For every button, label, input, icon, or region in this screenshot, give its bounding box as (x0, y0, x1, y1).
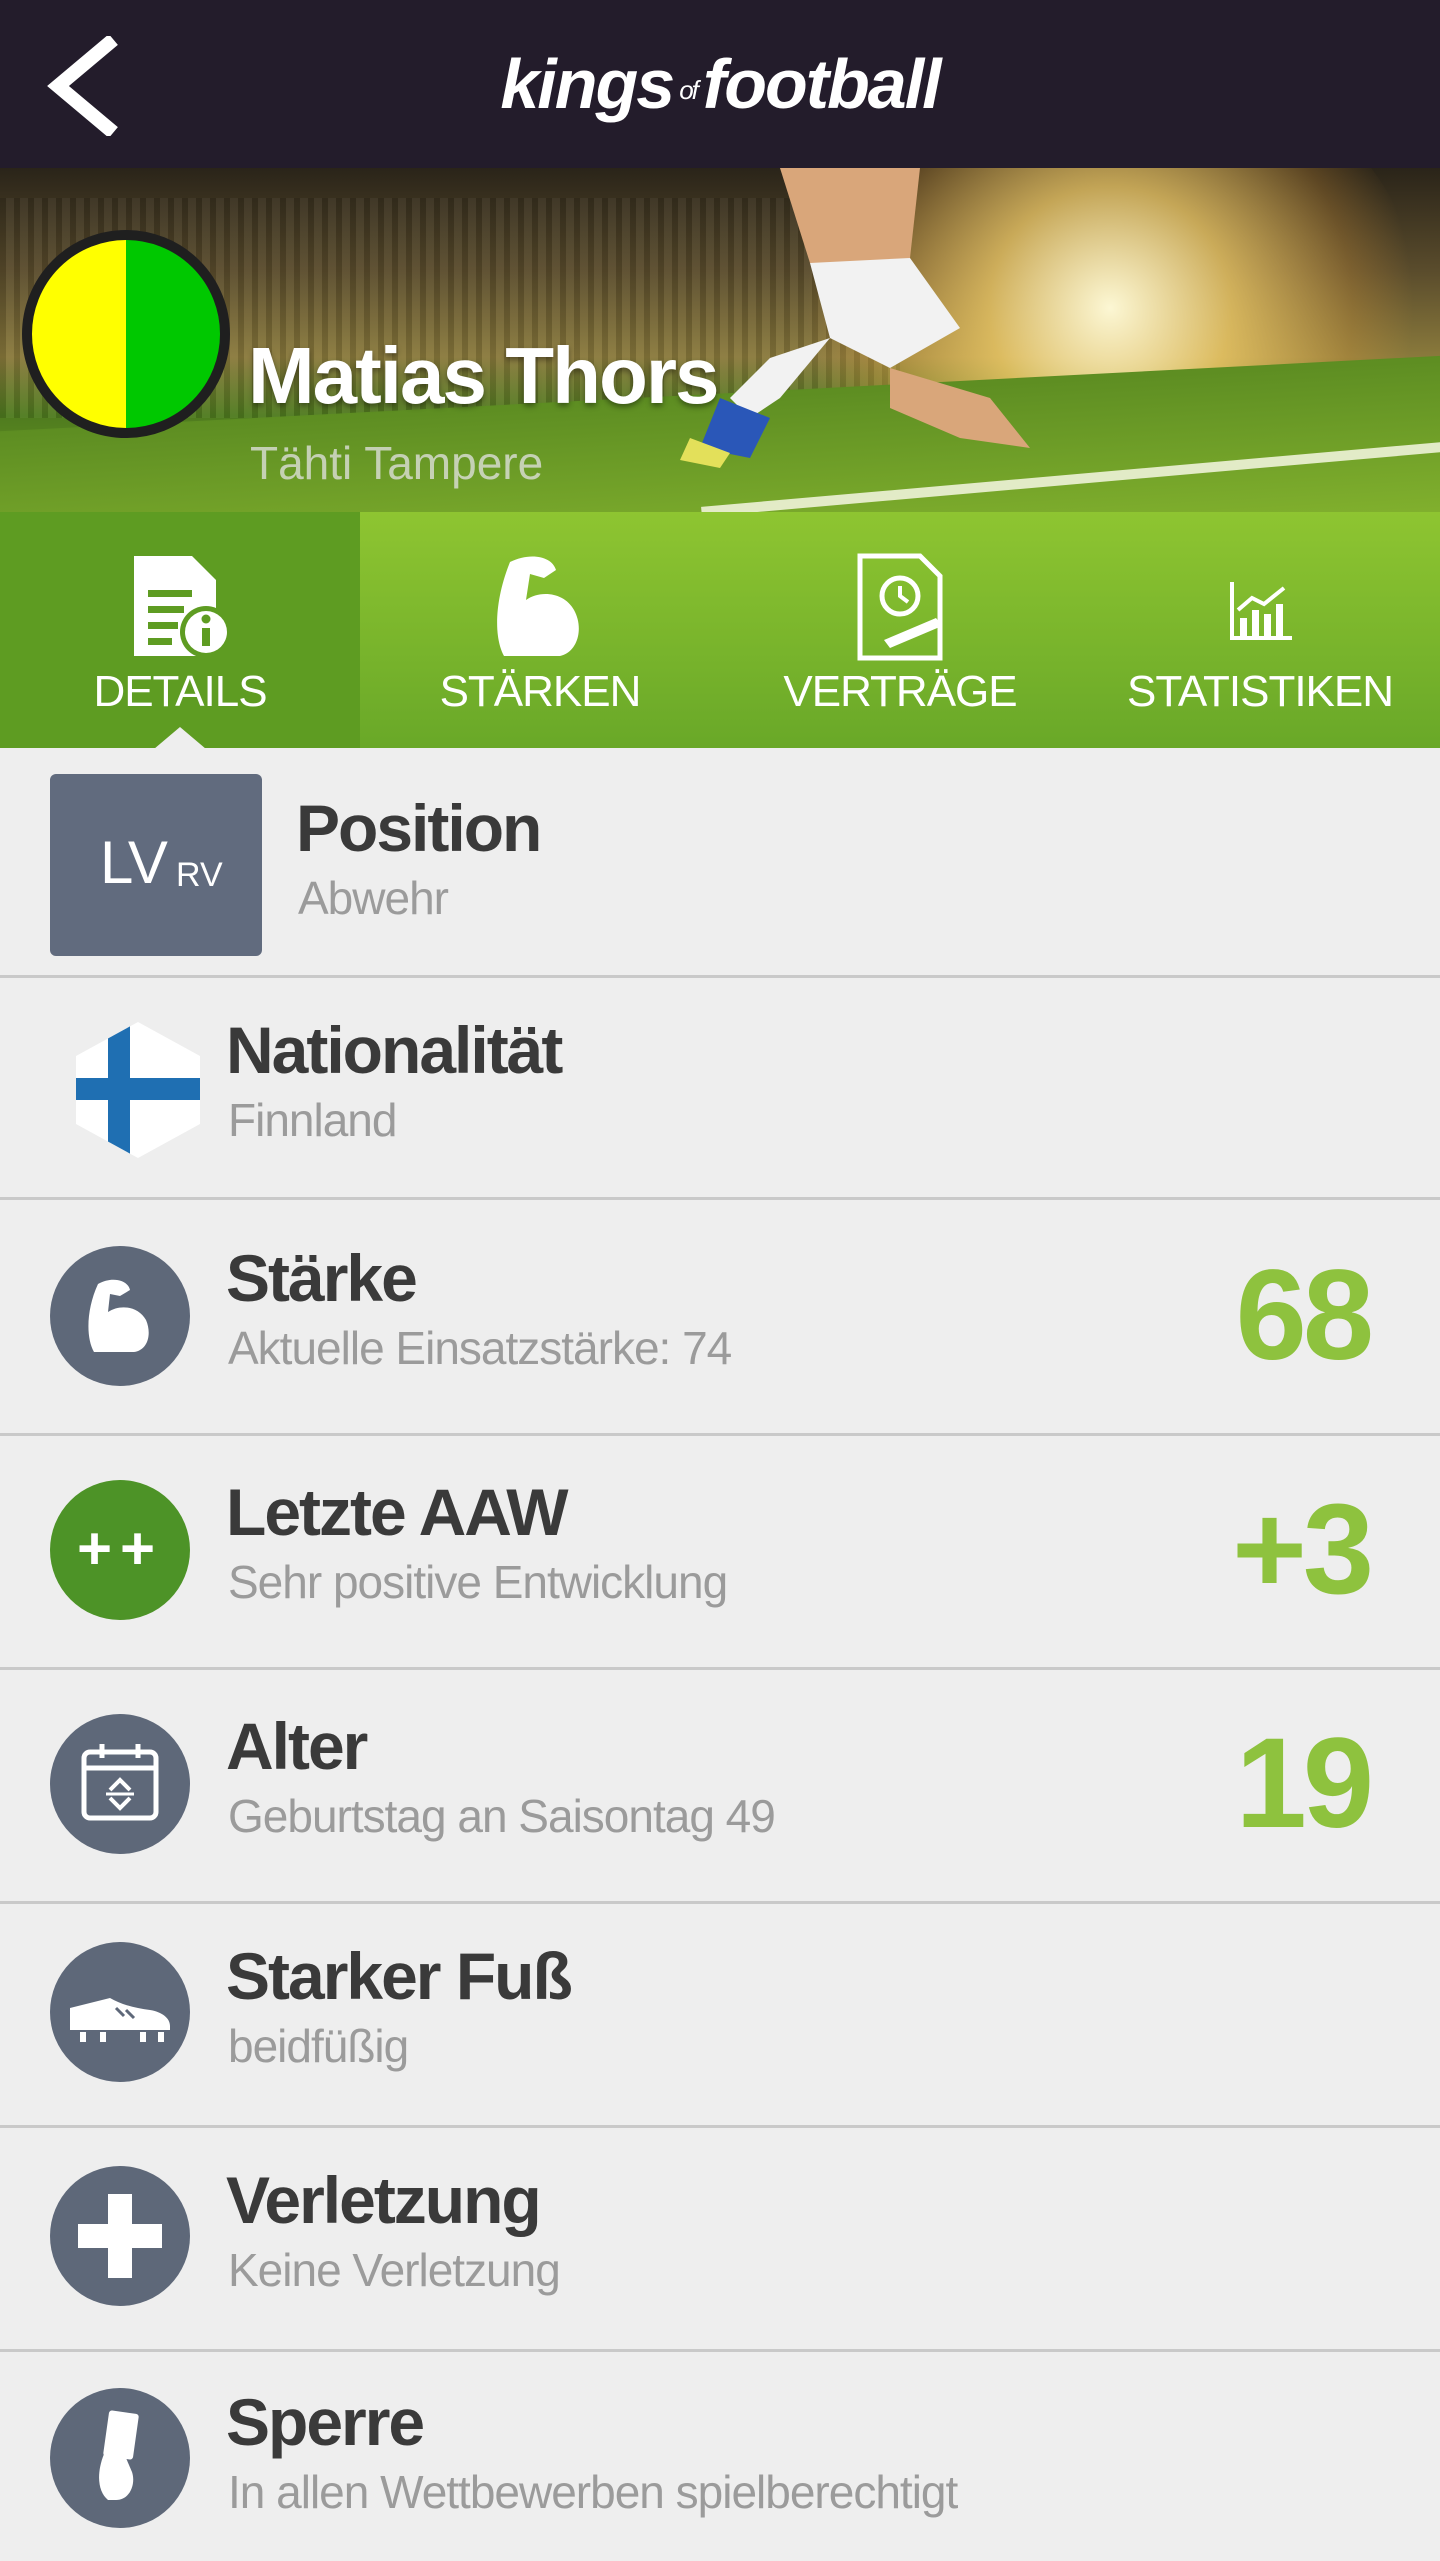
medical-cross-icon (78, 2194, 162, 2278)
card-hand-icon (99, 2410, 139, 2500)
row-title: Verletzung (226, 2163, 542, 2237)
app-logo: kings offootball (500, 45, 941, 123)
double-plus-icon: ++ (76, 1515, 164, 1582)
tab-statistiken[interactable]: STATISTIKEN (1080, 512, 1440, 748)
row-title: Nationalität (226, 1013, 563, 1087)
foot-icon-circle (50, 1942, 190, 2082)
calendar-icon (81, 1744, 159, 1821)
tab-label: STATISTIKEN (1126, 667, 1394, 716)
strength-icon-circle (50, 1246, 190, 1386)
player-name: Matias Thors (248, 331, 719, 420)
top-bar: kings offootball (0, 0, 1440, 168)
age-icon-circle (50, 1714, 190, 1854)
row-subtitle: Geburtstag an Saisontag 49 (228, 1790, 776, 1842)
flexed-arm-icon (88, 1279, 149, 1352)
injury-icon-circle (50, 2166, 190, 2306)
tab-label: VERTRÄGE (783, 667, 1017, 716)
row-title: Letzte AAW (226, 1475, 569, 1549)
tab-details[interactable]: DETAILS (0, 512, 360, 749)
row-title: Starker Fuß (226, 1939, 573, 2013)
row-subtitle: Abwehr (298, 872, 449, 924)
player-detail-list: LV RV Position Abwehr Nationalität Finnl… (0, 748, 1440, 2561)
position-badge: LV RV (50, 774, 262, 956)
row-position: LV RV Position Abwehr (0, 748, 1440, 978)
player-image (680, 168, 1030, 468)
row-age: Alter Geburtstag an Saisontag 49 19 (0, 1670, 1440, 1904)
strength-value: 68 (1235, 1244, 1374, 1387)
club-name: Tähti Tampere (250, 437, 544, 489)
row-strong-foot: Starker Fuß beidfüßig (0, 1904, 1440, 2128)
row-last-aaw: ++ Letzte AAW Sehr positive Entwicklung … (0, 1436, 1440, 1670)
row-subtitle: Finnland (228, 1094, 397, 1146)
suspension-icon-circle (50, 2388, 190, 2528)
row-nationality: Nationalität Finnland (0, 978, 1440, 1200)
row-title: Position (296, 791, 542, 865)
row-subtitle: Sehr positive Entwicklung (228, 1556, 728, 1608)
row-subtitle: beidfüßig (228, 2020, 409, 2072)
finland-flag-icon (76, 1022, 200, 1158)
tab-staerken[interactable]: STÄRKEN (360, 512, 720, 748)
tab-label: DETAILS (93, 667, 267, 716)
row-subtitle: Keine Verletzung (228, 2244, 561, 2296)
row-title: Stärke (226, 1241, 418, 1315)
row-suspension: Sperre In allen Wettbewerben spielberech… (0, 2352, 1440, 2561)
row-strength: Stärke Aktuelle Einsatzstärke: 74 68 (0, 1200, 1440, 1436)
row-subtitle: Aktuelle Einsatzstärke: 74 (228, 1322, 732, 1374)
player-tabs: DETAILS STÄRKEN VERTRÄGE STATISTIKEN (0, 512, 1440, 749)
row-title: Alter (226, 1709, 368, 1783)
row-title: Sperre (226, 2385, 425, 2459)
club-badge (22, 230, 230, 438)
position-alt: RV (176, 856, 223, 894)
position-main: LV (100, 829, 168, 896)
tab-vertraege[interactable]: VERTRÄGE (720, 512, 1080, 748)
contract-icon (857, 553, 943, 661)
tab-label: STÄRKEN (439, 667, 642, 716)
aaw-icon-circle: ++ (50, 1480, 190, 1620)
chart-icon (1230, 582, 1292, 640)
row-injury: Verletzung Keine Verletzung (0, 2128, 1440, 2352)
age-value: 19 (1235, 1712, 1374, 1855)
row-subtitle: In allen Wettbewerben spielberechtigt (228, 2466, 958, 2518)
flexed-arm-icon (497, 556, 579, 656)
aaw-value: +3 (1232, 1478, 1374, 1621)
document-info-icon (134, 556, 232, 658)
football-boot-icon (70, 1998, 170, 2042)
